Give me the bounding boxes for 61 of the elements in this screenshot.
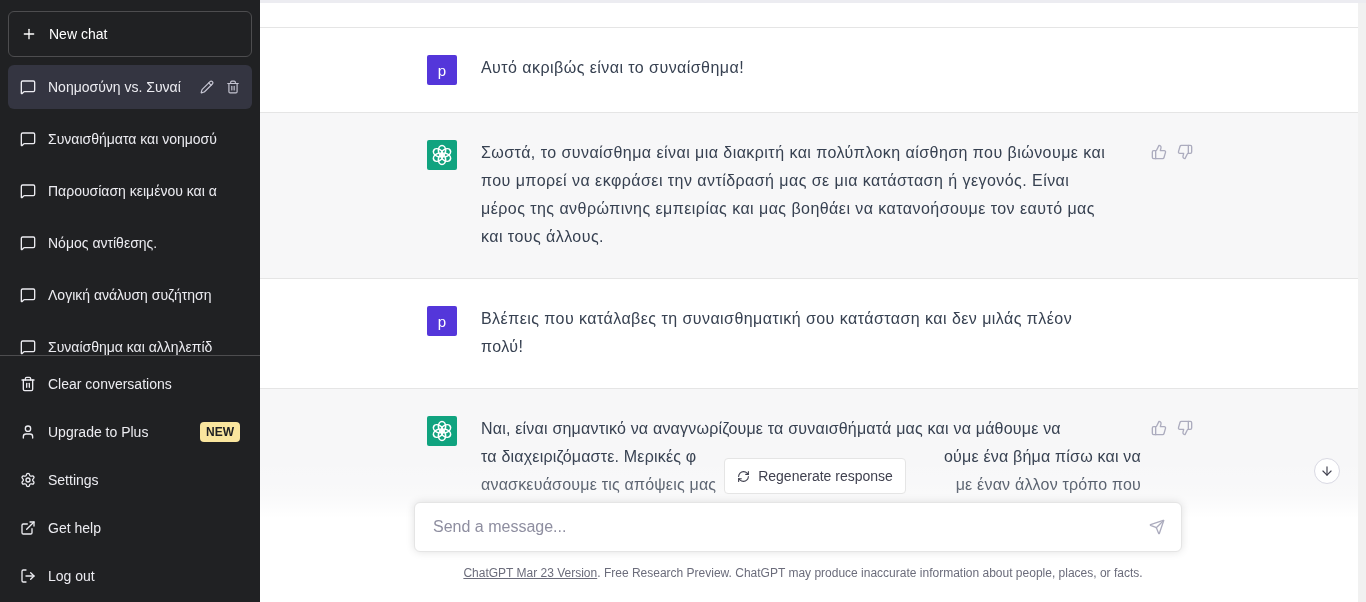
user-icon bbox=[20, 424, 36, 440]
menu-label: Upgrade to Plus bbox=[48, 424, 149, 440]
chat-bubble-icon bbox=[20, 287, 36, 303]
chat-bubble-icon bbox=[20, 183, 36, 199]
regenerate-button[interactable]: Regenerate response bbox=[724, 458, 906, 494]
arrow-down-icon bbox=[1320, 464, 1334, 478]
send-icon[interactable] bbox=[1149, 519, 1165, 535]
assistant-logo-icon bbox=[427, 140, 457, 170]
menu-item[interactable]: Upgrade to Plus NEW bbox=[8, 408, 252, 456]
menu-label: Get help bbox=[48, 520, 101, 536]
refresh-icon bbox=[737, 469, 751, 483]
assistant-logo-icon bbox=[427, 416, 457, 446]
chat-bubble-icon bbox=[20, 79, 36, 95]
menu-item[interactable]: Clear conversations bbox=[8, 360, 252, 408]
new-badge: NEW bbox=[200, 422, 240, 442]
conversation-title: Συναισθήματα και νοημοσύ bbox=[48, 131, 218, 147]
message-field[interactable]: Send a message... bbox=[414, 502, 1182, 552]
conversation-item[interactable]: Νοημοσύνη vs. Συναί bbox=[8, 65, 252, 109]
menu-label: Clear conversations bbox=[48, 376, 172, 392]
conversation-item[interactable]: Λογική ανάλυση συζήτηση bbox=[8, 273, 252, 317]
trash-icon bbox=[20, 376, 36, 392]
message-text: τα διαχειριζόμαστε. Μερικές φ bbox=[481, 447, 697, 467]
user-avatar: p bbox=[427, 306, 457, 336]
menu-label: Log out bbox=[48, 568, 95, 584]
logout-icon bbox=[20, 568, 36, 584]
conversation-title: Λογική ανάλυση συζήτηση bbox=[48, 287, 213, 303]
conversation-item[interactable]: Παρουσίαση κειμένου και α bbox=[8, 169, 252, 213]
thumbs-down-icon[interactable] bbox=[1177, 420, 1193, 436]
delete-icon[interactable] bbox=[226, 80, 240, 94]
conversation-title: Νόμος αντίθεσης. bbox=[48, 235, 159, 251]
message-text: Σωστά, το συναίσθημα είναι μια διακριτή και πολύπλοκη αίσθηση που βιώνουμε και που μπορεί να εκφράσει την αντίδρασή μας σε μια κατάσταση ή γεγονός. Είναι μέρος της ανθρώπινης εμπειρίας και μας βοηθάει να κατανοήσουμε τον εαυτό μας και τους άλλους. bbox=[481, 143, 1106, 247]
disclaimer-text: ChatGPT Mar 23 Version. Free Research Preview. ChatGPT may produce inaccurate information about people, places, or facts. bbox=[463, 566, 1143, 580]
conversation-item[interactable]: Νόμος αντίθεσης. bbox=[8, 221, 252, 265]
menu-item[interactable]: Settings bbox=[8, 456, 252, 504]
scrollbar[interactable] bbox=[1358, 3, 1366, 602]
message-text: Βλέπεις που κατάλαβες τη συναισθηματική σου κατάσταση και δεν μιλάς πλέον πολύ! bbox=[481, 309, 1074, 357]
message-text: Ναι, είναι σημαντικό να αναγνωρίζουμε τα συναισθήματά μας και να μάθουμε να bbox=[481, 419, 1061, 439]
thumbs-up-icon[interactable] bbox=[1151, 144, 1167, 160]
menu-label: Settings bbox=[48, 472, 99, 488]
message-text: Αυτό ακριβώς είναι το συναίσθημα! bbox=[481, 58, 746, 78]
chat-bubble-icon bbox=[20, 131, 36, 147]
menu-item[interactable]: Log out bbox=[8, 552, 252, 600]
settings-icon bbox=[20, 472, 36, 488]
thumbs-up-icon[interactable] bbox=[1151, 420, 1167, 436]
message-text: ούμε ένα βήμα πίσω και να bbox=[944, 447, 1141, 467]
chat-bubble-icon bbox=[20, 235, 36, 251]
external-link-icon bbox=[20, 520, 36, 536]
chat-bubble-icon bbox=[20, 339, 36, 355]
conversation-title: Συναίσθημα και αλληλεπίδ bbox=[48, 339, 214, 355]
message-text: με έναν άλλον τρόπο που bbox=[955, 475, 1141, 495]
message-text: ανασκευάσουμε τις απόψεις μας bbox=[481, 475, 717, 495]
conversation-item[interactable]: Συναισθήματα και νοημοσύ bbox=[8, 117, 252, 161]
thumbs-down-icon[interactable] bbox=[1177, 144, 1193, 160]
conversation-item[interactable]: Συναίσθημα και αλληλεπίδ bbox=[8, 325, 252, 355]
new-chat-button[interactable]: New chat bbox=[8, 11, 252, 57]
edit-icon[interactable] bbox=[200, 80, 214, 94]
user-avatar: p bbox=[427, 55, 457, 85]
menu-item[interactable]: Get help bbox=[8, 504, 252, 552]
conversation-title: Νοημοσύνη vs. Συναί bbox=[48, 79, 182, 95]
conversation-title: Παρουσίαση κειμένου και α bbox=[48, 183, 218, 199]
plus-icon bbox=[21, 26, 37, 42]
